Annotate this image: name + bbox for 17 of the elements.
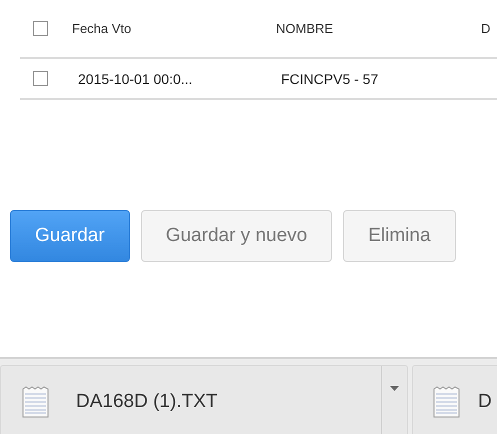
column-header: NOMBRE <box>276 21 334 36</box>
caret-icon <box>390 386 399 391</box>
column-header: D <box>481 21 492 36</box>
file-name: DA168D (1).TXT <box>76 391 218 413</box>
action-button[interactable]: Elimina <box>343 210 456 262</box>
download-item[interactable]: DA168D (1).TXT <box>0 365 408 434</box>
checkbox[interactable] <box>33 71 48 86</box>
save-button[interactable]: Guardar <box>10 210 130 262</box>
column-header: Fecha Vto <box>72 21 132 36</box>
table-cell-text: FCINCPV5 - 57 <box>281 70 380 86</box>
action-button[interactable]: Guardar y nuevo <box>140 210 332 262</box>
checkbox[interactable] <box>33 21 48 36</box>
download-item[interactable]: D <box>412 365 497 434</box>
text-file-icon <box>22 386 49 418</box>
text-file-icon <box>433 386 460 418</box>
table-cell-text: 2015-10-01 00:0... <box>78 70 194 86</box>
file-name: D <box>478 391 492 413</box>
